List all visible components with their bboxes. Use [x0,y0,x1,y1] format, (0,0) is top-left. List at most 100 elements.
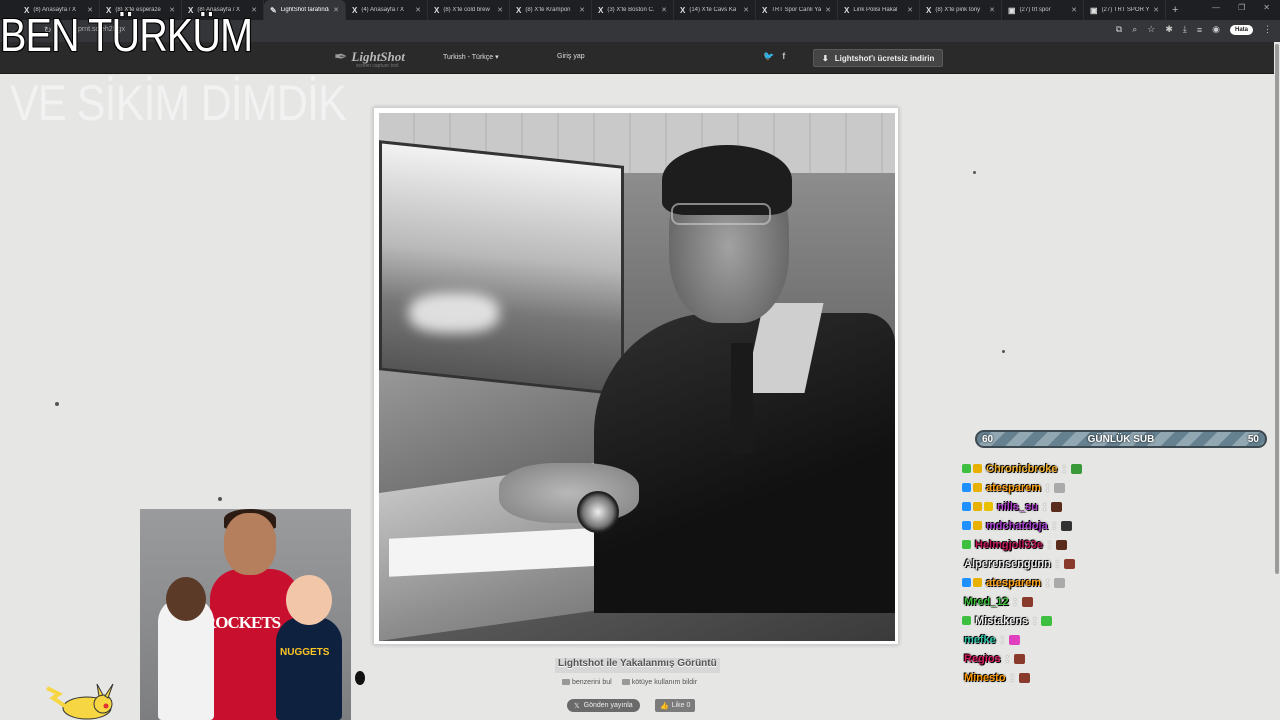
tab-label: (8) X'te Krampon [525,7,571,13]
language-label: Turkish - Türkçe [443,54,494,61]
chat-message: Mred_12: [962,592,1162,611]
restore-icon[interactable]: ❐ [1238,3,1245,12]
tab-close-icon[interactable]: ✕ [497,6,503,14]
chat-username[interactable]: Helmgjoll33e [975,539,1043,551]
tab-close-icon[interactable]: ✕ [743,6,749,14]
new-tab-button[interactable]: + [1172,4,1178,16]
chat-emote-icon [1018,672,1030,683]
tab-favicon-icon: X [598,5,604,15]
tab-label: (8) X'te cold brew [443,7,490,13]
tab-favicon-icon: X [844,5,850,15]
tab-favicon-icon: X [762,5,768,15]
reading-list-icon[interactable]: ≡ [1197,25,1202,35]
speck [973,171,976,174]
screenshot-image[interactable] [379,113,895,641]
extensions-icon[interactable]: ✱ [1165,24,1173,35]
browser-tab[interactable]: X (8) X'te pink tony ✕ [920,0,1002,20]
tab-close-icon[interactable]: ✕ [989,6,995,14]
browser-tab[interactable]: X (3) X'te Boston C. ✕ [592,0,674,20]
chat-emote-icon [1021,596,1033,607]
overlay-caption-line-1: BEN TÜRKÜM [0,9,253,61]
close-window-icon[interactable]: ✕ [1263,3,1270,12]
chat-username[interactable]: atesparem [986,482,1041,494]
browser-toolbar-icons: ⧉ ⌕ ☆ ✱ ⤓ ≡ ◉ Hata ⋮ [1116,24,1272,35]
report-abuse-link[interactable]: kötüye kullanım bildir [621,679,698,686]
chat-badge-icon [973,483,982,492]
chat-separator: : [1042,500,1047,513]
chat-username[interactable]: Minesto [964,672,1006,684]
chat-emote-icon [1013,653,1025,664]
browser-tab[interactable]: X Link Polisi Hakal ✕ [838,0,920,20]
chat-username[interactable]: Alperensengunn [964,558,1051,570]
scrollbar-thumb[interactable] [1275,44,1279,574]
tab-favicon-icon: X [516,5,522,15]
chat-emote-icon [1070,463,1082,474]
chat-message: Alperensengunn: [962,554,1162,573]
tab-close-icon[interactable]: ✕ [661,6,667,14]
flag-icon [621,679,630,686]
browser-tab[interactable]: ▣ (27) trt spor ✕ [1002,0,1084,20]
tab-favicon-icon: X [434,5,440,15]
sub-goal-label: GÜNLÜK SUB [1087,434,1155,445]
tab-close-icon[interactable]: ✕ [333,6,339,14]
download-button[interactable]: ⬇ Lightshot'ı ücretsiz indirin [813,49,944,67]
like-button[interactable]: 👍 Like 0 [655,699,696,712]
chat-username[interactable]: nills_su [997,501,1038,513]
chat-separator: : [1046,481,1050,494]
tab-close-icon[interactable]: ✕ [825,6,831,14]
login-link[interactable]: Giriş yap [557,53,585,60]
tab-close-icon[interactable]: ✕ [415,6,421,14]
chat-username[interactable]: mefke [964,634,996,646]
tab-favicon-icon: X [926,5,932,15]
caption-links: benzerini bul kötüye kullanım bildir [562,679,697,686]
browser-tab[interactable]: X (14) X'te Cavs Ka ✕ [674,0,756,20]
chat-username[interactable]: Mred_12 [964,596,1009,608]
window-controls: — ❐ ✕ [1212,3,1270,12]
chat-emote-icon [1054,577,1066,588]
menu-icon[interactable]: ⋮ [1263,24,1272,35]
chat-badge-icon [962,464,971,473]
tab-label: (3) X'te Boston C. [607,7,655,13]
bookmark-star-icon[interactable]: ☆ [1147,24,1155,35]
tab-close-icon[interactable]: ✕ [907,6,913,14]
chat-username[interactable]: mdchatdoja [986,520,1048,532]
download-icon[interactable]: ⤓ [1183,24,1187,35]
tab-close-icon[interactable]: ✕ [579,6,585,14]
chat-separator: : [1005,652,1009,665]
browser-tab[interactable]: X (4) Anasayfa / X ✕ [346,0,428,20]
tab-close-icon[interactable]: ✕ [1153,6,1159,14]
chat-username[interactable]: Mistakens [975,615,1028,627]
cast-icon[interactable]: ⧉ [1116,24,1122,35]
sub-goal-bar: 60 GÜNLÜK SUB 50 [975,430,1267,448]
tweet-button[interactable]: 𝕏 Gönden yayınla [567,699,640,712]
find-similar-link[interactable]: benzerini bul [562,679,612,686]
report-abuse-label: kötüye kullanım bildir [631,679,698,686]
browser-tab[interactable]: X (8) X'te cold brew ✕ [428,0,510,20]
tab-close-icon[interactable]: ✕ [1071,6,1077,14]
zoom-icon[interactable]: ⌕ [1132,24,1137,35]
chat-username[interactable]: atesparem [986,577,1041,589]
twitter-icon[interactable]: 🐦 [763,51,774,62]
browser-tab[interactable]: ✎LightShot tarafından ✕ [264,0,346,20]
lightshot-logo[interactable]: ✒ LightShot screen capture tool [334,47,405,69]
browser-tab[interactable]: X (8) X'te Krampon ✕ [510,0,592,20]
download-app-icon: ⬇ [822,53,829,63]
inset-photo: ROCKETS NUGGETS [140,509,351,720]
browser-tab[interactable]: X TRT Spor Canlı Ya ✕ [756,0,838,20]
chat-message: Regios: [962,649,1162,668]
chat-username[interactable]: Chronicbroke [986,463,1058,475]
language-selector[interactable]: Turkish - Türkçe ▾ [443,53,499,61]
speck [355,671,365,685]
chat-message: Helmgjoll33e: [962,535,1162,554]
tab-label: (8) X'te pink tony [935,7,981,13]
account-icon[interactable]: ◉ [1212,24,1220,35]
browser-tab[interactable]: ▣ (27) TRT SPOR Y ✕ [1084,0,1166,20]
image-icon [562,679,570,686]
chat-username[interactable]: Regios [964,653,1001,665]
profile-button[interactable]: Hata [1229,24,1253,35]
tab-favicon-icon: ✎ [270,5,277,15]
chat-separator: : [1046,576,1050,589]
facebook-icon[interactable]: f [782,51,785,62]
chat-emote-icon [1055,539,1067,550]
minimize-icon[interactable]: — [1212,3,1220,12]
